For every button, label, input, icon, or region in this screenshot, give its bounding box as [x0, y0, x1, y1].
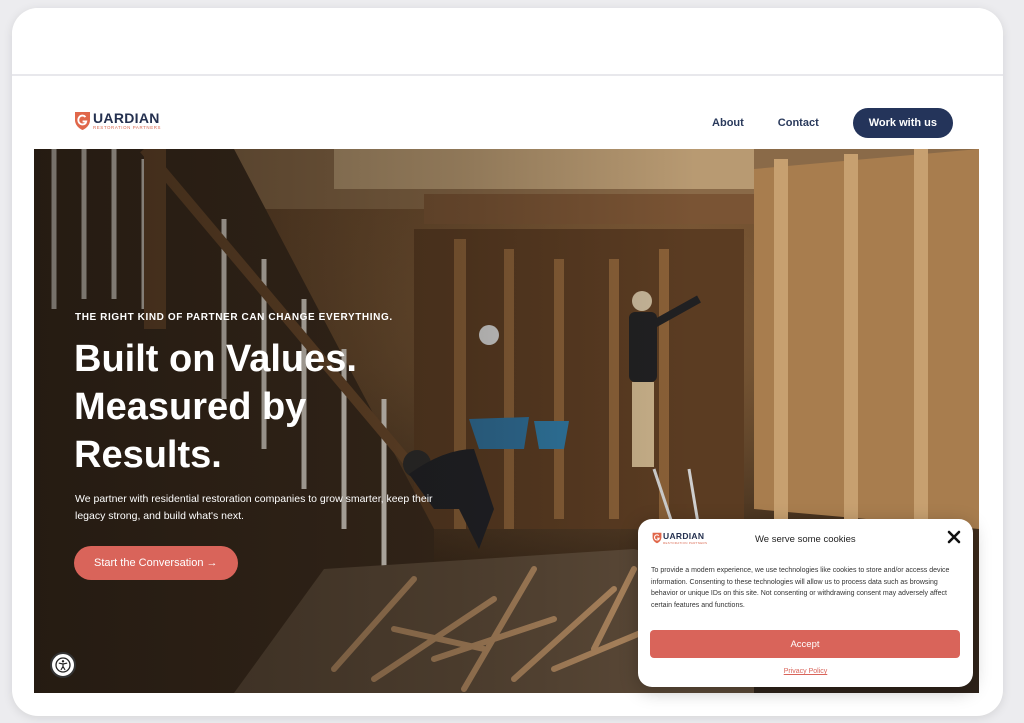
logo-wordmark: UARDIAN: [93, 110, 160, 127]
headline-line-3: Results.: [74, 434, 222, 476]
hero-description: We partner with residential restoration …: [75, 493, 433, 522]
accept-cookies-button[interactable]: Accept: [650, 630, 960, 658]
hero-headline: Built on Values. Measured by Results.: [74, 335, 494, 479]
cookie-consent-dialog: UARDIAN RESTORATION PARTNERS We serve so…: [638, 519, 973, 687]
accessibility-button[interactable]: [50, 652, 76, 678]
cookie-description: To provide a modern experience, we use t…: [651, 567, 950, 609]
logo-tagline: RESTORATION PARTNERS: [93, 125, 162, 131]
main-nav: About Contact Work with us: [712, 103, 953, 143]
site-header: UARDIAN RESTORATION PARTNERS About Conta…: [12, 103, 1003, 143]
shield-logo-icon: [652, 532, 662, 544]
cookie-logo-tagline: RESTORATION PARTNERS: [663, 540, 708, 545]
cookie-logo: UARDIAN RESTORATION PARTNERS: [652, 532, 707, 545]
headline-line-1: Built on Values.: [74, 338, 357, 380]
nav-contact-link[interactable]: Contact: [778, 117, 819, 129]
shield-logo-icon: [75, 112, 90, 130]
cookie-title: We serve some cookies: [755, 534, 856, 545]
nav-about-link[interactable]: About: [712, 117, 744, 129]
browser-window: UARDIAN RESTORATION PARTNERS About Conta…: [12, 8, 1003, 716]
cookie-logo-wordmark: UARDIAN: [663, 531, 705, 541]
hero-eyebrow: THE RIGHT KIND OF PARTNER CAN CHANGE EVE…: [75, 312, 393, 323]
start-conversation-button[interactable]: Start the Conversation →: [74, 546, 238, 580]
close-icon[interactable]: [947, 530, 961, 544]
logo[interactable]: UARDIAN RESTORATION PARTNERS: [74, 111, 161, 131]
browser-top-bar: [12, 8, 1003, 76]
work-with-us-button[interactable]: Work with us: [852, 108, 953, 138]
accessibility-icon: [55, 657, 71, 673]
privacy-policy-link[interactable]: Privacy Policy: [638, 668, 973, 675]
headline-line-2: Measured by: [74, 386, 307, 428]
